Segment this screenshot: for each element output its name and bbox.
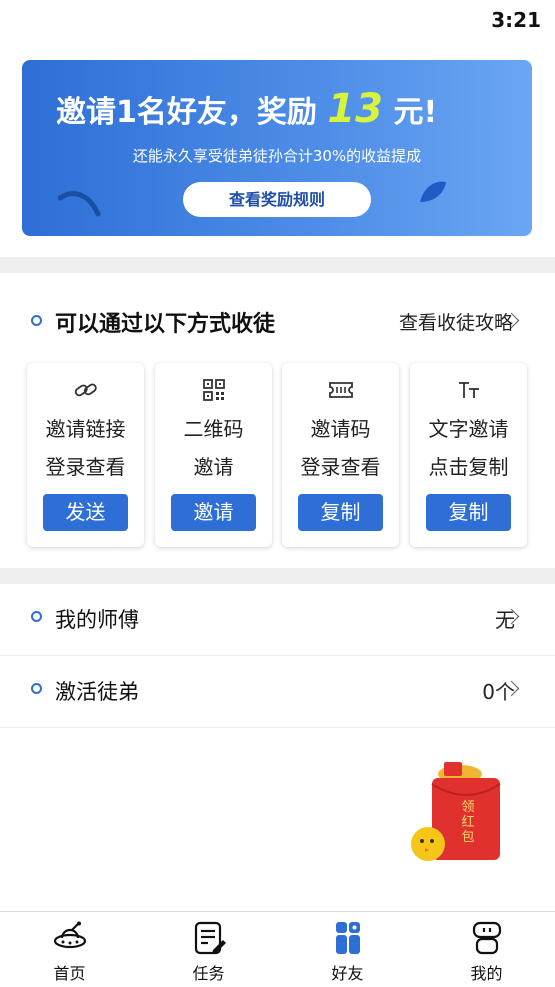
banner-subtitle: 还能永久享受徒弟徒孙合计30%的收益提成 [132, 147, 422, 165]
tab-mine[interactable]: 我的 [417, 912, 555, 987]
recruit-guide-link[interactable]: 查看收徒攻略 [399, 308, 513, 335]
card-title: 二维码 [183, 417, 244, 441]
qr-code-card[interactable]: 二维码 邀请 邀请 [155, 363, 272, 547]
my-master-label: 我的师傅 [55, 608, 139, 632]
banner-title-suffix: 元! [393, 95, 438, 130]
card-title: 文字邀请 [428, 417, 509, 441]
tab-home[interactable]: 首页 [0, 912, 139, 987]
divider [0, 727, 555, 728]
tab-tasks-label: 任务 [192, 964, 225, 983]
row-dot-icon [31, 611, 42, 622]
tab-friends-label: 好友 [331, 964, 364, 983]
section-dot-icon [31, 315, 42, 326]
invite-methods: 邀请链接 登录查看 发送 二维码 邀请 邀请 邀请码 登录查看 复制 文字邀请 [27, 363, 529, 549]
qr-invite-button[interactable]: 邀请 [171, 494, 256, 531]
link-icon [27, 379, 144, 401]
text-invite-card[interactable]: 文字邀请 点击复制 复制 [410, 363, 527, 547]
task-icon [194, 921, 226, 955]
red-packet-icon [411, 762, 501, 861]
card-title: 邀请码 [310, 417, 371, 441]
tab-home-label: 首页 [53, 964, 86, 983]
copy-text-button[interactable]: 复制 [426, 494, 511, 531]
bottom-tab-bar: 首页 任务 好友 我的 [0, 911, 555, 987]
activate-apprentice-row[interactable]: 激活徒弟 0个 [0, 656, 555, 726]
qr-code-icon [155, 379, 272, 401]
my-master-row[interactable]: 我的师傅 无 [0, 584, 555, 654]
tab-tasks[interactable]: 任务 [139, 912, 278, 987]
banner-title-prefix: 邀请1名好友，奖励 [56, 95, 317, 130]
row-dot-icon [31, 683, 42, 694]
decoration-leaf-right-icon [420, 181, 446, 202]
invite-code-card[interactable]: 邀请码 登录查看 复制 [282, 363, 399, 547]
methods-title: 可以通过以下方式收徒 [55, 312, 276, 337]
status-time: 3:21 [491, 8, 541, 32]
reward-amount: 13 [327, 86, 383, 132]
tab-friends[interactable]: 好友 [278, 912, 417, 987]
card-subtitle: 登录查看 [300, 455, 381, 479]
profile-robot-icon [472, 921, 501, 955]
activate-apprentice-label: 激活徒弟 [55, 680, 139, 704]
text-size-icon [410, 379, 527, 401]
section-gap [0, 257, 555, 273]
methods-header: 可以通过以下方式收徒 查看收徒攻略 [0, 300, 555, 342]
send-link-button[interactable]: 发送 [43, 494, 128, 531]
invite-link-card[interactable]: 邀请链接 登录查看 发送 [27, 363, 144, 547]
section-gap [0, 568, 555, 584]
red-packet-button[interactable]: 领红包 [408, 760, 504, 866]
invite-banner[interactable]: 邀请1名好友，奖励 13 元! 还能永久享受徒弟徒孙合计30%的收益提成 查看奖… [22, 60, 532, 236]
view-reward-rules-button[interactable]: 查看奖励规则 [183, 182, 371, 217]
copy-code-button[interactable]: 复制 [298, 494, 383, 531]
red-packet-label: 领红包 [461, 800, 475, 845]
card-title: 邀请链接 [45, 417, 126, 441]
tab-mine-label: 我的 [470, 964, 503, 983]
card-subtitle: 点击复制 [428, 455, 509, 479]
ticket-code-icon [282, 379, 399, 401]
banner-title: 邀请1名好友，奖励 13 元! [56, 86, 437, 132]
friends-icon [335, 922, 360, 954]
home-ufo-icon [53, 921, 86, 949]
card-subtitle: 邀请 [193, 455, 234, 479]
decoration-swirl-left-icon [58, 191, 101, 217]
card-subtitle: 登录查看 [45, 455, 126, 479]
